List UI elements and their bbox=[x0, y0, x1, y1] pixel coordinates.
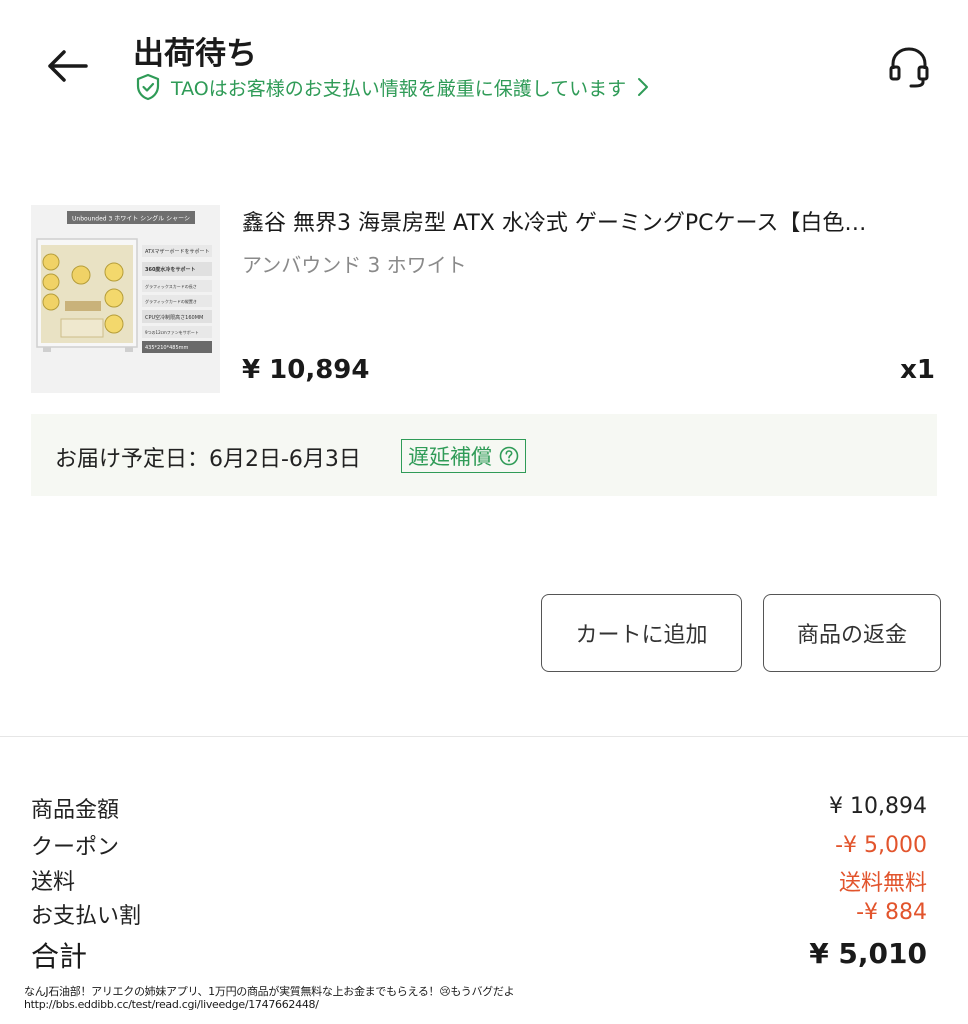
image-feature-7: 435*210*485mm bbox=[145, 345, 189, 351]
product-title[interactable]: 鑫谷 無界3 海景房型 ATX 水冷式 ゲーミングPCケース【白色… bbox=[242, 205, 937, 237]
image-feature-5: CPU空冷制限高さ160MM bbox=[145, 314, 203, 321]
product-thumbnail[interactable]: Unbounded 3 ホワイト シングル シャーシ ATXマザーボードをサポー… bbox=[31, 205, 220, 393]
image-feature-1: ATXマザーボードをサポート bbox=[145, 248, 210, 255]
refund-button[interactable]: 商品の返金 bbox=[763, 594, 941, 672]
section-divider bbox=[0, 736, 968, 737]
delay-compensation-badge[interactable]: 遅延補償 bbox=[401, 439, 526, 473]
subtotal-label: 商品金額 bbox=[31, 798, 120, 823]
chevron-right-icon bbox=[638, 78, 649, 96]
add-to-cart-button[interactable]: カートに追加 bbox=[541, 594, 742, 672]
product-price: ¥ 10,894 bbox=[242, 355, 370, 385]
customer-support-button[interactable] bbox=[884, 42, 934, 92]
watermark-caption: なんJ石油部！アリエクの姉妹アプリ、1万円の商品が実質無料な上お金までもらえる！… bbox=[24, 985, 515, 998]
shield-check-icon bbox=[136, 73, 160, 101]
coupon-label: クーポン bbox=[31, 835, 120, 860]
image-feature-3: グラフィックスカードの長さ bbox=[145, 283, 197, 289]
payment-discount-value: -¥ 884 bbox=[856, 900, 927, 925]
delay-compensation-label: 遅延補償 bbox=[408, 445, 492, 469]
security-notice-link[interactable]: TAOはお客様のお支払い情報を厳重に保護しています bbox=[135, 73, 650, 101]
product-quantity: x1 bbox=[900, 355, 935, 385]
image-feature-2: 360度水冷をサポート bbox=[145, 266, 195, 273]
shipping-value: 送料無料 bbox=[838, 871, 927, 896]
pc-case-image: Unbounded 3 ホワイト シングル シャーシ ATXマザーボードをサポー… bbox=[31, 205, 220, 393]
payment-discount-label: お支払い割 bbox=[31, 904, 142, 929]
subtotal-value: ¥ 10,894 bbox=[829, 794, 927, 819]
back-button[interactable] bbox=[42, 44, 94, 88]
question-circle-icon bbox=[499, 446, 519, 466]
watermark-url: http://bbs.eddibb.cc/test/read.cgi/livee… bbox=[24, 998, 319, 1011]
security-notice-text: TAOはお客様のお支払い情報を厳重に保護しています bbox=[171, 77, 627, 100]
delivery-estimate-text: お届け予定日：6月2日-6月3日 bbox=[55, 447, 361, 472]
headset-icon bbox=[889, 47, 929, 88]
total-label: 合計 bbox=[31, 940, 88, 973]
product-card[interactable]: Unbounded 3 ホワイト シングル シャーシ ATXマザーボードをサポー… bbox=[31, 205, 937, 395]
arrow-left-icon bbox=[48, 50, 88, 82]
product-variant: アンバウンド 3 ホワイト bbox=[242, 253, 467, 277]
page-title: 出荷待ち bbox=[133, 36, 257, 72]
shipping-label: 送料 bbox=[31, 870, 76, 895]
image-feature-4: グラフィックカードの縦置き bbox=[145, 298, 197, 304]
image-feature-6: 9つの12cmファンをサポート bbox=[145, 329, 199, 335]
delivery-estimate-panel: お届け予定日：6月2日-6月3日 遅延補償 bbox=[31, 414, 937, 496]
coupon-value: -¥ 5,000 bbox=[835, 833, 927, 858]
total-value: ¥ 5,010 bbox=[809, 937, 927, 970]
header: 出荷待ち TAOはお客様のお支払い情報を厳重に保護しています bbox=[0, 0, 968, 120]
image-banner-text: Unbounded 3 ホワイト シングル シャーシ bbox=[72, 215, 190, 223]
